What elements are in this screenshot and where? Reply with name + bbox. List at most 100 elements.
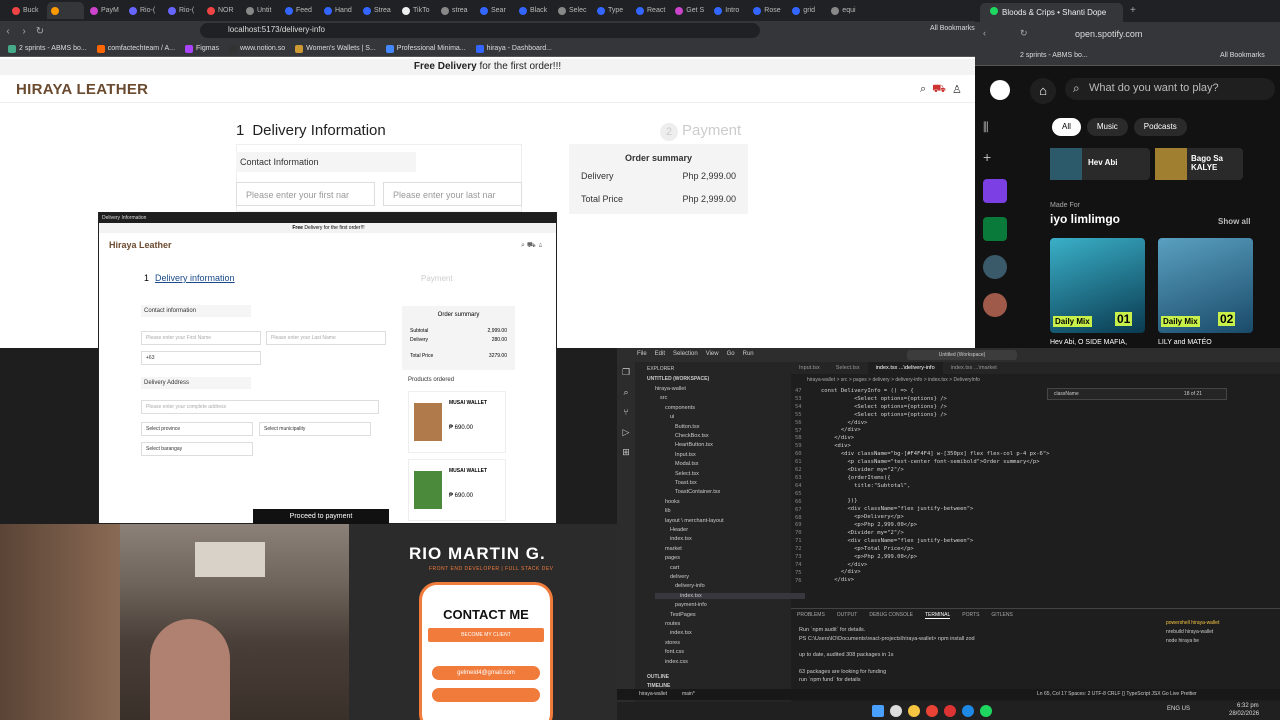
spotify-tab[interactable]: Bloods & Crips • Shanti Dope	[980, 3, 1123, 22]
spotify-icon[interactable]	[980, 705, 992, 717]
social-link[interactable]	[432, 688, 540, 702]
file-explorer-icon[interactable]	[908, 705, 920, 717]
browser-tab[interactable]: Untit	[242, 2, 279, 19]
file-tree-item[interactable]: index.tsx	[655, 630, 692, 636]
minimap[interactable]	[1237, 388, 1277, 588]
brave-icon[interactable]	[944, 705, 956, 717]
panel-tab[interactable]: GITLENS	[991, 612, 1012, 619]
command-center[interactable]: Untitled (Workspace)	[907, 350, 1017, 360]
explorer-icon[interactable]: ❐	[617, 362, 635, 382]
file-tree-item[interactable]: delivery-info	[655, 583, 705, 589]
email-link[interactable]: gelmeid4@gmail.com	[432, 666, 540, 680]
extensions-icon[interactable]: ⊞	[617, 442, 635, 462]
search-icon[interactable]: ⌕	[920, 83, 926, 97]
terminal-instance[interactable]: node hiraya be	[1166, 637, 1219, 646]
all-bookmarks-button[interactable]: All Bookmarks	[930, 25, 975, 32]
liked-songs-icon[interactable]	[983, 179, 1007, 203]
file-tree-item[interactable]: index.tsx	[655, 536, 692, 542]
shortcut-card[interactable]: Hev Abi	[1050, 148, 1150, 180]
file-tree-item[interactable]: pages	[655, 555, 680, 561]
find-input[interactable]: className	[1054, 391, 1079, 397]
artist-thumb[interactable]	[983, 293, 1007, 317]
shortcut-card[interactable]: Bago Sa KALYE	[1155, 148, 1243, 180]
chip-all[interactable]: All	[1052, 118, 1081, 136]
chip-podcasts[interactable]: Podcasts	[1133, 118, 1187, 136]
all-bookmarks-button[interactable]: All Bookmarks	[1220, 52, 1265, 59]
file-tree-item[interactable]: payment-info	[655, 602, 707, 608]
browser-tab[interactable]: TikTo	[398, 2, 435, 19]
search-icon[interactable]: ⌕	[617, 382, 635, 402]
browser-tab[interactable]: PayM	[86, 2, 123, 19]
browser-tab[interactable]: React	[632, 2, 669, 19]
back-icon[interactable]: ‹	[983, 28, 986, 38]
editor-tab[interactable]: index.tsx ...\market	[943, 362, 1005, 374]
file-tree-item[interactable]: index.tsx	[655, 592, 805, 599]
browser-tab[interactable]: Strea	[359, 2, 396, 19]
file-tree-item[interactable]: cart	[655, 565, 679, 571]
file-tree-item[interactable]: font.css	[655, 649, 684, 655]
code-editor[interactable]: const DeliveryInfo = () => { <Select opt…	[821, 388, 1049, 585]
bookmark-item[interactable]: 2 sprints - ABMS bo...	[1020, 52, 1088, 59]
file-tree-item[interactable]: lib	[655, 508, 671, 514]
terminal-instance[interactable]: powershell hiraya-wallet	[1166, 619, 1219, 628]
browser-tab[interactable]: strea	[437, 2, 474, 19]
bookmark-item[interactable]: hiraya - Dashboard...	[475, 44, 552, 53]
url-input[interactable]: localhost:5173/delivery-info	[200, 23, 760, 38]
file-tree-item[interactable]: Toast.tsx	[655, 480, 697, 486]
file-tree-item[interactable]: components	[655, 405, 695, 411]
browser-tab[interactable]: Rio-(	[164, 2, 201, 19]
browser-tab[interactable]: equi	[827, 2, 864, 19]
outline-section[interactable]: OUTLINE	[647, 674, 669, 680]
browser-tab[interactable]: Sear	[476, 2, 513, 19]
clock-date[interactable]: 28/02/2026	[1229, 711, 1259, 717]
menu-item[interactable]: Edit	[655, 351, 665, 357]
vscode-icon[interactable]	[962, 705, 974, 717]
file-tree-item[interactable]: TestPages	[655, 612, 696, 618]
status-branch[interactable]: main*	[682, 691, 695, 697]
file-tree-item[interactable]: Select.tsx	[655, 471, 699, 477]
debug-icon[interactable]: ▷	[617, 422, 635, 442]
new-tab-icon[interactable]: +	[1130, 5, 1136, 16]
chip-music[interactable]: Music	[1086, 118, 1128, 136]
playlist-thumb[interactable]	[983, 255, 1007, 279]
bookmark-item[interactable]: 2 sprints - ABMS bo...	[8, 44, 87, 53]
browser-tab[interactable]: Type	[593, 2, 630, 19]
bookmark-item[interactable]: comfactechteam / A...	[96, 44, 175, 53]
back-icon[interactable]: ‹	[0, 26, 16, 37]
spotify-search-input[interactable]: ⌕ What do you want to play?	[1065, 78, 1275, 100]
last-name-input[interactable]: Please enter your last nar	[383, 182, 522, 206]
daily-mix-card[interactable]: Daily Mix 01	[1050, 238, 1145, 333]
file-tree-item[interactable]: index.css	[655, 659, 688, 665]
reload-icon[interactable]: ↻	[32, 26, 48, 37]
site-logo[interactable]: HIRAYA LEATHER	[16, 81, 148, 98]
language-indicator[interactable]: ENG US	[1167, 706, 1190, 712]
status-remote[interactable]: hiraya-wallet	[639, 691, 667, 697]
browser-tab[interactable]: Rio-(	[125, 2, 162, 19]
file-tree-item[interactable]: market	[655, 546, 682, 552]
library-icon[interactable]: ⫼	[983, 120, 1007, 135]
file-tree-item[interactable]: routes	[655, 621, 680, 627]
file-tree-item[interactable]: Modal.tsx	[655, 461, 699, 467]
source-control-icon[interactable]: ⑂	[617, 402, 635, 422]
user-icon[interactable]: ♙	[952, 83, 962, 97]
file-tree-item[interactable]: CheckBox.tsx	[655, 433, 709, 439]
menu-item[interactable]: Selection	[673, 351, 698, 357]
file-tree-item[interactable]: layout \ merchant-layout	[655, 518, 724, 524]
browser-tab[interactable]: Selec	[554, 2, 591, 19]
file-tree-item[interactable]: hooks	[655, 499, 680, 505]
menu-item[interactable]: Go	[727, 351, 735, 357]
daily-mix-card[interactable]: Daily Mix 02	[1158, 238, 1253, 333]
editor-tab[interactable]: Input.tsx	[791, 362, 828, 374]
show-all-link[interactable]: Show all	[1218, 217, 1250, 226]
panel-tab[interactable]: DEBUG CONSOLE	[869, 612, 913, 619]
bookmark-item[interactable]: Professional Minima...	[385, 44, 466, 53]
spotify-logo-icon[interactable]	[990, 80, 1010, 100]
first-name-input[interactable]: Please enter your first nar	[236, 182, 375, 206]
editor-tab[interactable]: Select.tsx	[828, 362, 868, 374]
forward-icon[interactable]: ›	[16, 26, 32, 37]
file-tree-item[interactable]: HeartButton.tsx	[655, 442, 713, 448]
browser-tab[interactable]: Hand	[320, 2, 357, 19]
browser-tab[interactable]: NOR	[203, 2, 240, 19]
menu-item[interactable]: Run	[743, 351, 754, 357]
cart-icon[interactable]: ⛟	[932, 83, 946, 97]
